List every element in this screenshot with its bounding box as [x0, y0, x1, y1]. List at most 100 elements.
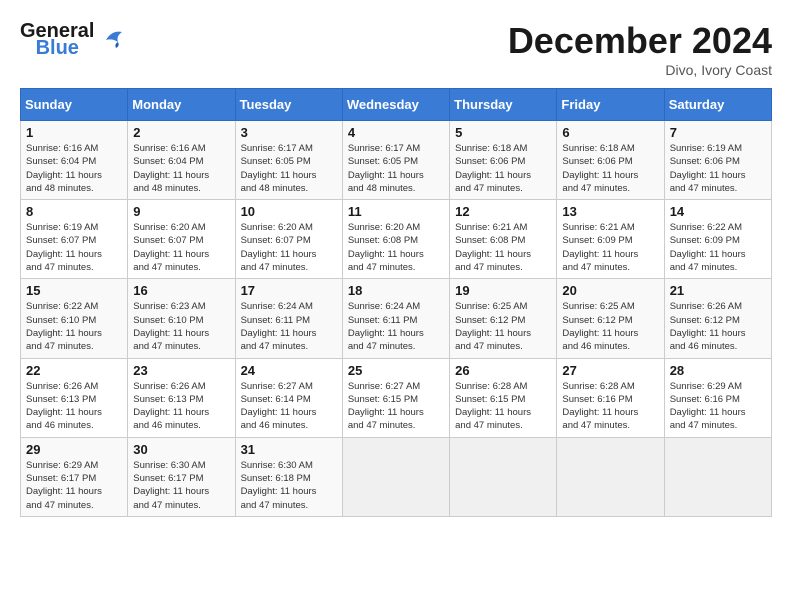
day-info: Sunrise: 6:26 AM Sunset: 6:13 PM Dayligh… [133, 380, 229, 433]
calendar-cell: 5 Sunrise: 6:18 AM Sunset: 6:06 PM Daylig… [450, 121, 557, 200]
weekday-header-monday: Monday [128, 89, 235, 121]
logo: General Blue [20, 20, 126, 60]
calendar-cell: 21 Sunrise: 6:26 AM Sunset: 6:12 PM Dayli… [664, 279, 771, 358]
day-number: 16 [133, 283, 229, 298]
weekday-header-tuesday: Tuesday [235, 89, 342, 121]
calendar-cell: 15 Sunrise: 6:22 AM Sunset: 6:10 PM Dayli… [21, 279, 128, 358]
day-number: 8 [26, 204, 122, 219]
day-info: Sunrise: 6:20 AM Sunset: 6:08 PM Dayligh… [348, 221, 444, 274]
day-number: 19 [455, 283, 551, 298]
day-number: 3 [241, 125, 337, 140]
day-number: 26 [455, 363, 551, 378]
calendar-cell: 23 Sunrise: 6:26 AM Sunset: 6:13 PM Dayli… [128, 358, 235, 437]
calendar-week-row: 8 Sunrise: 6:19 AM Sunset: 6:07 PM Daylig… [21, 200, 772, 279]
calendar-cell: 6Sunrise: 6:18 AM Sunset: 6:06 PM Daylig… [557, 121, 664, 200]
calendar-cell: 16 Sunrise: 6:23 AM Sunset: 6:10 PM Dayli… [128, 279, 235, 358]
calendar-cell: 28Sunrise: 6:29 AM Sunset: 6:16 PM Dayli… [664, 358, 771, 437]
day-number: 11 [348, 204, 444, 219]
day-number: 25 [348, 363, 444, 378]
day-info: Sunrise: 6:22 AM Sunset: 6:10 PM Dayligh… [26, 300, 122, 353]
calendar-cell: 10 Sunrise: 6:20 AM Sunset: 6:07 PM Dayli… [235, 200, 342, 279]
day-info: Sunrise: 6:16 AM Sunset: 6:04 PM Dayligh… [133, 142, 229, 195]
day-number: 1 [26, 125, 122, 140]
calendar-week-row: 29Sunrise: 6:29 AM Sunset: 6:17 PM Dayli… [21, 437, 772, 516]
day-info: Sunrise: 6:27 AM Sunset: 6:15 PM Dayligh… [348, 380, 444, 433]
day-number: 13 [562, 204, 658, 219]
calendar-cell: 14 Sunrise: 6:22 AM Sunset: 6:09 PM Dayli… [664, 200, 771, 279]
weekday-header-wednesday: Wednesday [342, 89, 449, 121]
day-info: Sunrise: 6:20 AM Sunset: 6:07 PM Dayligh… [133, 221, 229, 274]
day-info: Sunrise: 6:24 AM Sunset: 6:11 PM Dayligh… [348, 300, 444, 353]
calendar-cell: 4 Sunrise: 6:17 AM Sunset: 6:05 PM Daylig… [342, 121, 449, 200]
day-info: Sunrise: 6:18 AM Sunset: 6:06 PM Dayligh… [455, 142, 551, 195]
calendar-cell: 13 Sunrise: 6:21 AM Sunset: 6:09 PM Dayli… [557, 200, 664, 279]
day-info: Sunrise: 6:17 AM Sunset: 6:05 PM Dayligh… [348, 142, 444, 195]
calendar-cell [450, 437, 557, 516]
day-info: Sunrise: 6:20 AM Sunset: 6:07 PM Dayligh… [241, 221, 337, 274]
day-number: 18 [348, 283, 444, 298]
calendar-cell: 25 Sunrise: 6:27 AM Sunset: 6:15 PM Dayli… [342, 358, 449, 437]
calendar-cell: 24 Sunrise: 6:27 AM Sunset: 6:14 PM Dayli… [235, 358, 342, 437]
calendar-table: SundayMondayTuesdayWednesdayThursdayFrid… [20, 88, 772, 517]
day-number: 14 [670, 204, 766, 219]
day-number: 10 [241, 204, 337, 219]
calendar-cell [664, 437, 771, 516]
day-number: 20 [562, 283, 658, 298]
day-info: Sunrise: 6:25 AM Sunset: 6:12 PM Dayligh… [455, 300, 551, 353]
day-number: 28 [670, 363, 766, 378]
calendar-cell: 2 Sunrise: 6:16 AM Sunset: 6:04 PM Daylig… [128, 121, 235, 200]
day-number: 2 [133, 125, 229, 140]
day-number: 12 [455, 204, 551, 219]
day-info: Sunrise: 6:19 AM Sunset: 6:07 PM Dayligh… [26, 221, 122, 274]
calendar-cell [557, 437, 664, 516]
day-info: Sunrise: 6:21 AM Sunset: 6:09 PM Dayligh… [562, 221, 658, 274]
calendar-cell: 27 Sunrise: 6:28 AM Sunset: 6:16 PM Dayli… [557, 358, 664, 437]
day-number: 17 [241, 283, 337, 298]
page-header: General Blue December 2024 Divo, Ivory C… [20, 20, 772, 78]
calendar-cell: 8 Sunrise: 6:19 AM Sunset: 6:07 PM Daylig… [21, 200, 128, 279]
calendar-cell: 29Sunrise: 6:29 AM Sunset: 6:17 PM Dayli… [21, 437, 128, 516]
day-info: Sunrise: 6:26 AM Sunset: 6:12 PM Dayligh… [670, 300, 766, 353]
day-info: Sunrise: 6:21 AM Sunset: 6:08 PM Dayligh… [455, 221, 551, 274]
calendar-week-row: 15 Sunrise: 6:22 AM Sunset: 6:10 PM Dayli… [21, 279, 772, 358]
location: Divo, Ivory Coast [508, 62, 772, 78]
day-number: 23 [133, 363, 229, 378]
day-number: 27 [562, 363, 658, 378]
calendar-header: SundayMondayTuesdayWednesdayThursdayFrid… [21, 89, 772, 121]
logo-blue: Blue [36, 37, 79, 60]
day-info: Sunrise: 6:24 AM Sunset: 6:11 PM Dayligh… [241, 300, 337, 353]
weekday-header-saturday: Saturday [664, 89, 771, 121]
calendar-week-row: 1 Sunrise: 6:16 AM Sunset: 6:04 PM Daylig… [21, 121, 772, 200]
day-number: 4 [348, 125, 444, 140]
day-number: 15 [26, 283, 122, 298]
day-info: Sunrise: 6:27 AM Sunset: 6:14 PM Dayligh… [241, 380, 337, 433]
calendar-cell: 22 Sunrise: 6:26 AM Sunset: 6:13 PM Dayli… [21, 358, 128, 437]
day-number: 21 [670, 283, 766, 298]
day-number: 30 [133, 442, 229, 457]
day-number: 24 [241, 363, 337, 378]
title-area: December 2024 Divo, Ivory Coast [508, 20, 772, 78]
day-number: 7 [670, 125, 766, 140]
calendar-cell: 12 Sunrise: 6:21 AM Sunset: 6:08 PM Dayli… [450, 200, 557, 279]
day-info: Sunrise: 6:16 AM Sunset: 6:04 PM Dayligh… [26, 142, 122, 195]
month-title: December 2024 [508, 20, 772, 62]
day-number: 5 [455, 125, 551, 140]
weekday-header-sunday: Sunday [21, 89, 128, 121]
weekday-header-thursday: Thursday [450, 89, 557, 121]
day-number: 9 [133, 204, 229, 219]
day-info: Sunrise: 6:23 AM Sunset: 6:10 PM Dayligh… [133, 300, 229, 353]
weekday-header-friday: Friday [557, 89, 664, 121]
day-info: Sunrise: 6:18 AM Sunset: 6:06 PM Dayligh… [562, 142, 658, 195]
calendar-cell: 19 Sunrise: 6:25 AM Sunset: 6:12 PM Dayli… [450, 279, 557, 358]
day-info: Sunrise: 6:28 AM Sunset: 6:16 PM Dayligh… [562, 380, 658, 433]
day-info: Sunrise: 6:30 AM Sunset: 6:18 PM Dayligh… [241, 459, 337, 512]
calendar-week-row: 22 Sunrise: 6:26 AM Sunset: 6:13 PM Dayli… [21, 358, 772, 437]
calendar-cell [342, 437, 449, 516]
calendar-cell: 18 Sunrise: 6:24 AM Sunset: 6:11 PM Dayli… [342, 279, 449, 358]
calendar-cell: 3Sunrise: 6:17 AM Sunset: 6:05 PM Daylig… [235, 121, 342, 200]
day-number: 22 [26, 363, 122, 378]
day-info: Sunrise: 6:29 AM Sunset: 6:17 PM Dayligh… [26, 459, 122, 512]
day-info: Sunrise: 6:25 AM Sunset: 6:12 PM Dayligh… [562, 300, 658, 353]
day-info: Sunrise: 6:22 AM Sunset: 6:09 PM Dayligh… [670, 221, 766, 274]
day-info: Sunrise: 6:26 AM Sunset: 6:13 PM Dayligh… [26, 380, 122, 433]
